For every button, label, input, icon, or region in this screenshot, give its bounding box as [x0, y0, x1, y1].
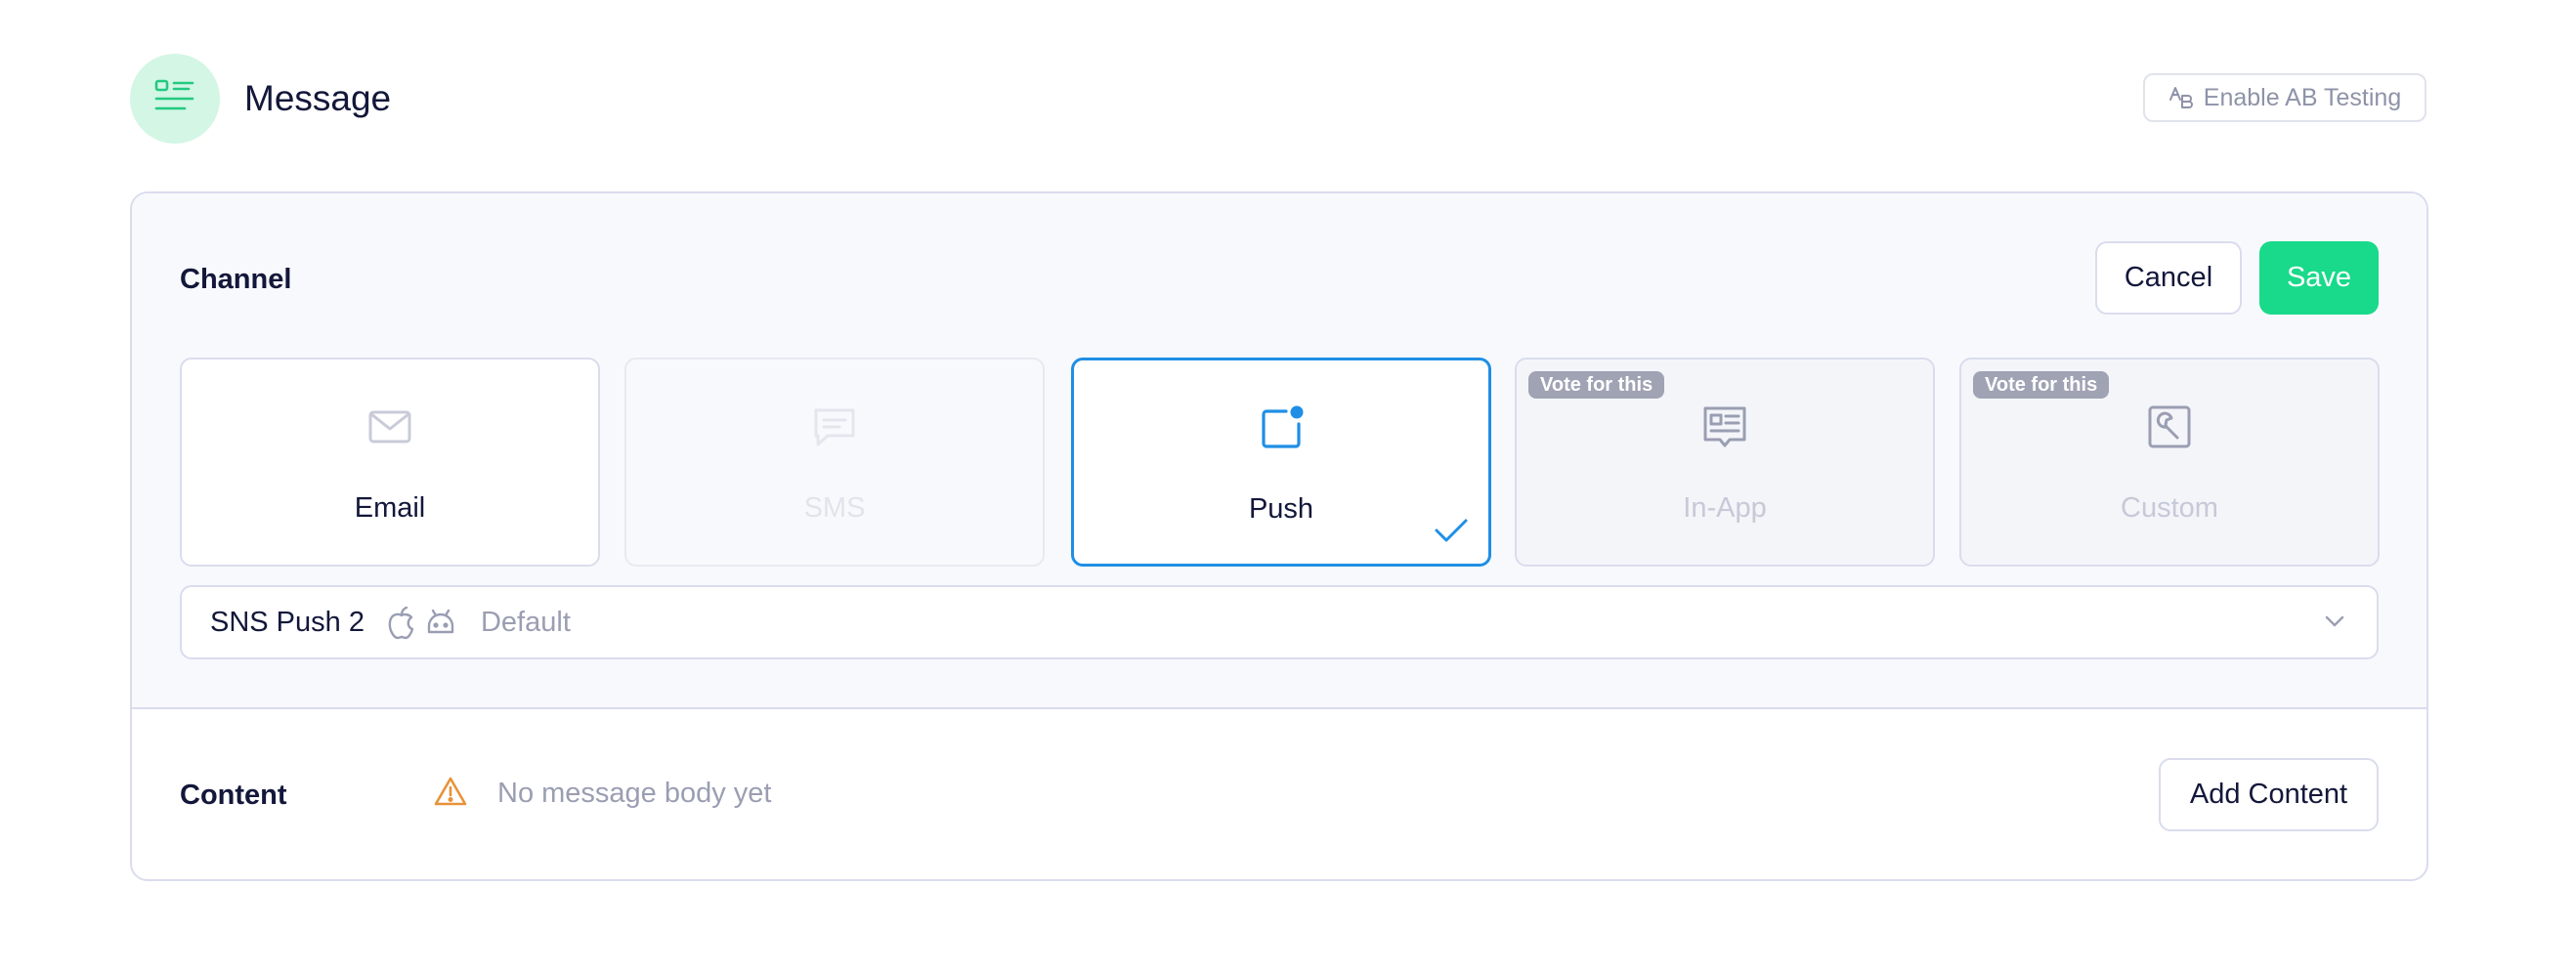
- enable-ab-testing-button[interactable]: Enable AB Testing: [2143, 73, 2426, 122]
- page-title: Message: [244, 78, 392, 118]
- channel-option-label: In-App: [1683, 492, 1767, 524]
- chat-icon: [814, 408, 855, 446]
- channel-option-push[interactable]: Push: [1071, 358, 1491, 567]
- checkmark-icon: [1435, 519, 1468, 542]
- channel-option-label: Email: [354, 492, 426, 524]
- push-provider-select[interactable]: SNS Push 2 Default: [180, 585, 2379, 659]
- save-button[interactable]: Save: [2259, 241, 2379, 315]
- message-card: Channel Cancel Save Email SMS Push Vote …: [130, 191, 2428, 881]
- in-app-icon: [1703, 406, 1746, 447]
- chevron-down-icon: [2325, 615, 2344, 627]
- mail-icon: [368, 410, 411, 443]
- list-icon: [130, 54, 220, 144]
- ab-test-icon: [2168, 87, 2193, 108]
- channel-label: Channel: [180, 264, 292, 295]
- channel-option-sms: SMS: [624, 358, 1045, 567]
- empty-content-message: No message body yet: [497, 778, 772, 809]
- channel-option-label: SMS: [803, 492, 866, 524]
- channel-option-email[interactable]: Email: [180, 358, 600, 567]
- wrench-icon: [2148, 405, 2191, 448]
- vote-badge[interactable]: Vote for this: [1528, 371, 1665, 399]
- push-icon: [1262, 405, 1304, 448]
- content-label: Content: [180, 780, 287, 811]
- provider-value: Default: [480, 606, 571, 638]
- vote-badge[interactable]: Vote for this: [1973, 371, 2110, 399]
- cancel-button[interactable]: Cancel: [2095, 241, 2242, 315]
- channel-section: Channel Cancel Save Email SMS Push Vote …: [132, 193, 2426, 709]
- android-icon: [427, 609, 454, 634]
- channel-option-custom[interactable]: Vote for this Custom: [1959, 358, 2380, 567]
- apple-icon: [388, 606, 414, 640]
- ab-testing-label: Enable AB Testing: [2203, 83, 2402, 111]
- message-header: Message: [130, 54, 391, 144]
- provider-name: SNS Push 2: [210, 606, 365, 638]
- channel-option-in-app[interactable]: Vote for this In-App: [1515, 358, 1935, 567]
- channel-option-label: Custom: [2121, 492, 2218, 524]
- channel-option-label: Push: [1248, 493, 1314, 525]
- warning-icon: [434, 777, 467, 806]
- add-content-button[interactable]: Add Content: [2159, 758, 2379, 831]
